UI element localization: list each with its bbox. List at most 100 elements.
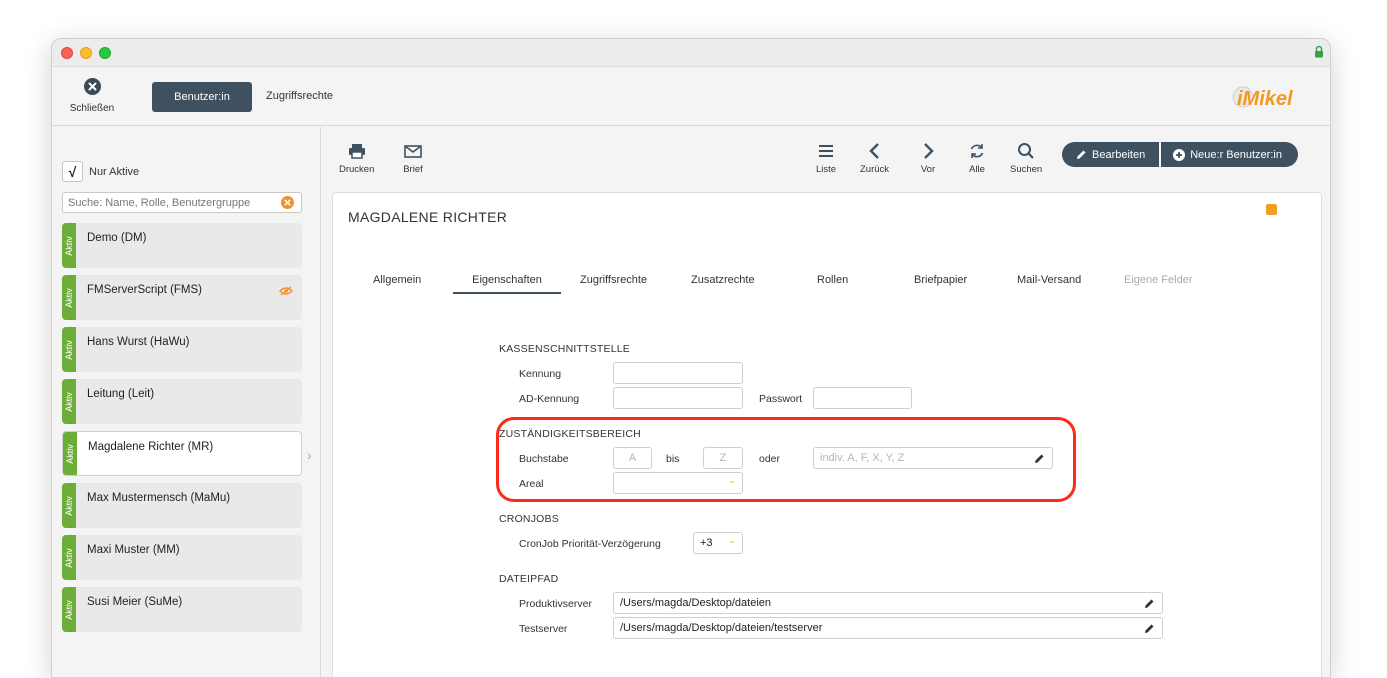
user-list-item[interactable]: Aktiv FMServerScript (FMS) (62, 275, 302, 320)
pencil-icon[interactable] (1144, 623, 1155, 634)
password-label: Passwort (759, 393, 803, 405)
chevron-right-icon: › (307, 447, 312, 463)
section-file-path: DATEIPFAD (499, 573, 559, 585)
pencil-icon (1077, 150, 1086, 159)
detail-panel: MAGDALENE RICHTER Allgemein Eigenschafte… (332, 192, 1322, 677)
status-badge: Aktiv (62, 379, 76, 424)
search-icon (1018, 143, 1034, 159)
print-label: Drucken (339, 164, 375, 175)
user-list-item[interactable]: Aktiv Maxi Muster (MM) (62, 535, 302, 580)
forward-label: Vor (920, 164, 936, 175)
cron-delay-value: +3 (700, 537, 713, 549)
ad-kennung-label: AD-Kennung (519, 393, 580, 405)
page-title: MAGDALENE RICHTER (348, 209, 508, 225)
cron-delay-label: CronJob Priorität-Verzögerung (519, 538, 661, 550)
hidden-eye-icon (279, 286, 293, 296)
user-name: FMServerScript (FMS) (87, 284, 202, 296)
user-list-item-selected[interactable]: Aktiv Magdalene Richter (MR) (62, 431, 302, 476)
action-buttons: Bearbeiten Neue:r Benutzer:in (1062, 142, 1298, 167)
user-name: Max Mustermensch (MaMu) (87, 492, 231, 504)
tab-mail-delivery[interactable]: Mail-Versand (1017, 274, 1081, 286)
tab-access-rights[interactable]: Zugriffsrechte (266, 90, 333, 102)
print-button[interactable]: Drucken (339, 141, 374, 175)
tab-letterhead[interactable]: Briefpapier (914, 274, 967, 286)
tab-properties[interactable]: Eigenschaften (453, 274, 561, 294)
user-list-item[interactable]: Aktiv Susi Meier (SuMe) (62, 587, 302, 632)
test-server-label: Testserver (519, 623, 568, 635)
only-active-filter[interactable]: √ Nur Aktive (62, 161, 139, 182)
section-cash-interface: KASSENSCHNITTSTELLE (499, 343, 630, 355)
tab-extra-rights[interactable]: Zusatzrechte (691, 274, 755, 286)
tab-roles[interactable]: Rollen (817, 274, 848, 286)
close-icon (83, 78, 101, 95)
main-area: Drucken Brief Liste Zurück Vor Alle Such… (322, 127, 1330, 677)
close-window-button[interactable] (61, 47, 73, 59)
user-list-item[interactable]: Aktiv Hans Wurst (HaWu) (62, 327, 302, 372)
list-button[interactable]: Liste (816, 141, 836, 175)
user-name: Susi Meier (SuMe) (87, 596, 183, 608)
only-active-checkbox[interactable]: √ (62, 161, 83, 182)
user-name: Magdalene Richter (MR) (88, 441, 214, 453)
password-field[interactable] (813, 387, 912, 409)
tab-custom-fields: Eigene Felder (1124, 274, 1193, 286)
letter-to-field[interactable]: Z (703, 447, 743, 469)
all-button[interactable]: Alle (967, 141, 987, 175)
letter-button[interactable]: Brief (403, 141, 423, 175)
search-label: Suchen (1010, 164, 1043, 175)
oder-label: oder (759, 453, 781, 465)
svg-text:iMikel: iMikel (1237, 88, 1293, 110)
tab-user[interactable]: Benutzer:in (152, 82, 252, 112)
user-name: Hans Wurst (HaWu) (87, 336, 190, 348)
close-button[interactable]: Schließen (66, 78, 118, 114)
user-name: Maxi Muster (MM) (87, 544, 180, 556)
user-list-item[interactable]: Aktiv Max Mustermensch (MaMu) (62, 483, 302, 528)
printer-icon (348, 144, 365, 159)
minimize-window-button[interactable] (80, 47, 92, 59)
zoom-window-button[interactable] (99, 47, 111, 59)
refresh-icon (970, 144, 984, 158)
chevron-left-icon (868, 143, 879, 159)
only-active-label: Nur Aktive (89, 165, 140, 178)
letter-from-field[interactable]: A (613, 447, 652, 469)
areal-dropdown[interactable]: ⌄ (613, 472, 743, 494)
app-window: Schließen Benutzer:in Zugriffsrechte iMi… (51, 38, 1331, 678)
tab-access-rights[interactable]: Zugriffsrechte (580, 274, 647, 286)
chevron-down-icon: ⌄ (728, 475, 736, 485)
new-user-label: Neue:r Benutzer:in (1190, 148, 1282, 161)
kennung-field[interactable] (613, 362, 743, 384)
individual-letters-field[interactable]: indiv. A, F, X, Y, Z (813, 447, 1053, 469)
envelope-icon (404, 145, 422, 158)
sidebar-search-placeholder: Suche: Name, Rolle, Benutzergruppe (68, 196, 251, 209)
tab-general[interactable]: Allgemein (373, 274, 421, 286)
status-badge: Aktiv (62, 223, 76, 268)
user-name: Demo (DM) (87, 232, 147, 244)
search-button[interactable]: Suchen (1010, 141, 1042, 175)
back-button[interactable]: Zurück (860, 141, 889, 175)
test-server-field[interactable]: /Users/magda/Desktop/dateien/testserver (613, 617, 1163, 639)
section-responsibility: ZUSTÄNDIGKEITSBEREICH (499, 428, 641, 440)
bis-label: bis (666, 453, 680, 465)
sidebar: √ Nur Aktive Suche: Name, Rolle, Benutze… (52, 127, 321, 677)
kennung-label: Kennung (519, 368, 562, 380)
cron-delay-dropdown[interactable]: +3 ⌄ (693, 532, 743, 554)
note-icon[interactable] (1266, 204, 1277, 215)
ad-kennung-field[interactable] (613, 387, 743, 409)
user-list-item[interactable]: Aktiv Demo (DM) (62, 223, 302, 268)
forward-button[interactable]: Vor (918, 141, 938, 175)
back-label: Zurück (860, 164, 890, 175)
chevron-down-icon: ⌄ (728, 535, 736, 545)
chevron-right-icon (924, 143, 934, 159)
sidebar-search-input[interactable]: Suche: Name, Rolle, Benutzergruppe (62, 192, 302, 213)
status-badge: Aktiv (62, 327, 76, 372)
pencil-icon[interactable] (1034, 453, 1045, 464)
user-list-item[interactable]: Aktiv Leitung (Leit) (62, 379, 302, 424)
letter-label: Brief (403, 164, 423, 175)
new-user-button[interactable]: Neue:r Benutzer:in (1161, 142, 1298, 167)
pencil-icon[interactable] (1144, 598, 1155, 609)
lock-icon (1315, 45, 1323, 58)
edit-button[interactable]: Bearbeiten (1062, 142, 1160, 167)
areal-label: Areal (519, 478, 544, 490)
edit-label: Bearbeiten (1092, 148, 1146, 161)
clear-search-icon[interactable] (281, 196, 294, 209)
prod-server-field[interactable]: /Users/magda/Desktop/dateien (613, 592, 1163, 614)
